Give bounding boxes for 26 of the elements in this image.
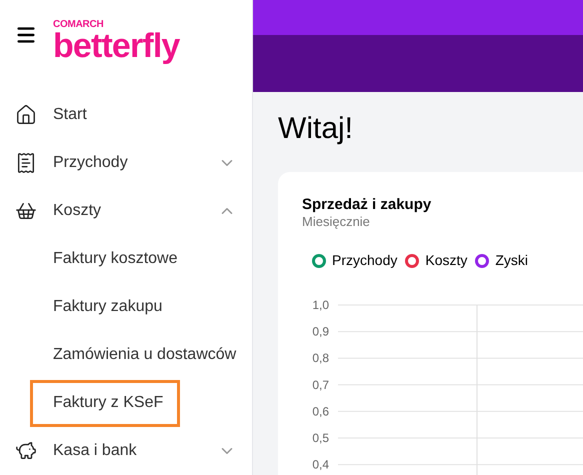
page-heading: Witaj!	[278, 114, 354, 147]
card-title: Sprzedaż i zakupy	[302, 196, 432, 214]
card-subtitle: Miesięcznie	[302, 214, 371, 230]
menu-item[interactable]: Przychody	[0, 139, 252, 187]
brand-label: COMARCH	[53, 20, 104, 30]
legend-label: Zyski	[495, 251, 528, 270]
menu-item[interactable]: Kasa i bank	[0, 427, 252, 475]
axis-tick-label: 0,9	[312, 324, 329, 339]
submenu-item[interactable]: Faktury z KSeF	[30, 380, 180, 426]
axis-tick-label: 0,7	[312, 378, 329, 392]
axis-tick-label: 1,0	[312, 298, 329, 312]
basket-icon	[15, 200, 37, 222]
axis-tick-label: 0,6	[312, 404, 329, 418]
submenu-item[interactable]: Zamówienia u dostawców	[30, 332, 240, 378]
submenu-item[interactable]: Faktury kosztowe	[30, 236, 180, 282]
legend-label: Koszty	[425, 251, 468, 270]
legend-label: Przychody	[332, 251, 398, 270]
axis-tick-label: 0,8	[312, 351, 329, 366]
product-logo: betterfly	[53, 29, 180, 63]
menu-item[interactable]: Start	[0, 91, 252, 139]
axis-tick-label: 0,5	[312, 431, 329, 445]
piggy-bank-icon	[15, 440, 37, 462]
house-icon	[15, 104, 37, 126]
submenu-item[interactable]: Faktury zakupu	[30, 284, 180, 330]
menu-item[interactable]: Koszty	[0, 187, 252, 235]
axis-tick-label: 0,4	[312, 458, 329, 472]
